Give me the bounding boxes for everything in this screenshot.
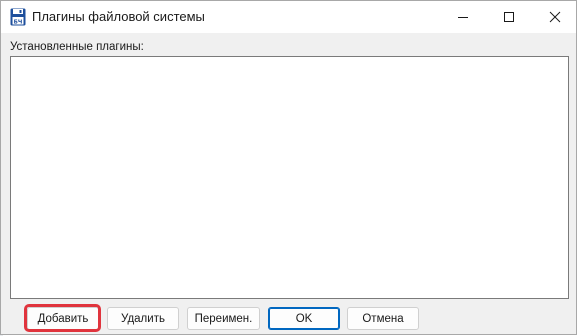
close-icon [549, 11, 561, 23]
add-button-highlight [24, 304, 101, 332]
title-bar[interactable]: БЧ Плагины файловой системы [1, 1, 576, 33]
remove-button[interactable]: Удалить [107, 307, 179, 330]
minimize-button[interactable] [440, 1, 486, 33]
maximize-button[interactable] [486, 1, 532, 33]
floppy-disk-icon: БЧ [10, 8, 26, 26]
minimize-icon [458, 17, 468, 18]
maximize-icon [504, 12, 514, 22]
cancel-button[interactable]: Отмена [347, 307, 419, 330]
window-title: Плагины файловой системы [32, 9, 205, 24]
ok-button[interactable]: OK [268, 307, 340, 330]
installed-plugins-list[interactable] [10, 56, 569, 299]
screen: БЧ Плагины файловой системы Установленны… [0, 0, 578, 336]
plugins-dialog: БЧ Плагины файловой системы Установленны… [0, 0, 577, 335]
svg-text:БЧ: БЧ [14, 20, 23, 26]
installed-plugins-label: Установленные плагины: [10, 41, 144, 53]
close-button[interactable] [532, 1, 578, 33]
rename-button[interactable]: Переимен. [187, 307, 260, 330]
